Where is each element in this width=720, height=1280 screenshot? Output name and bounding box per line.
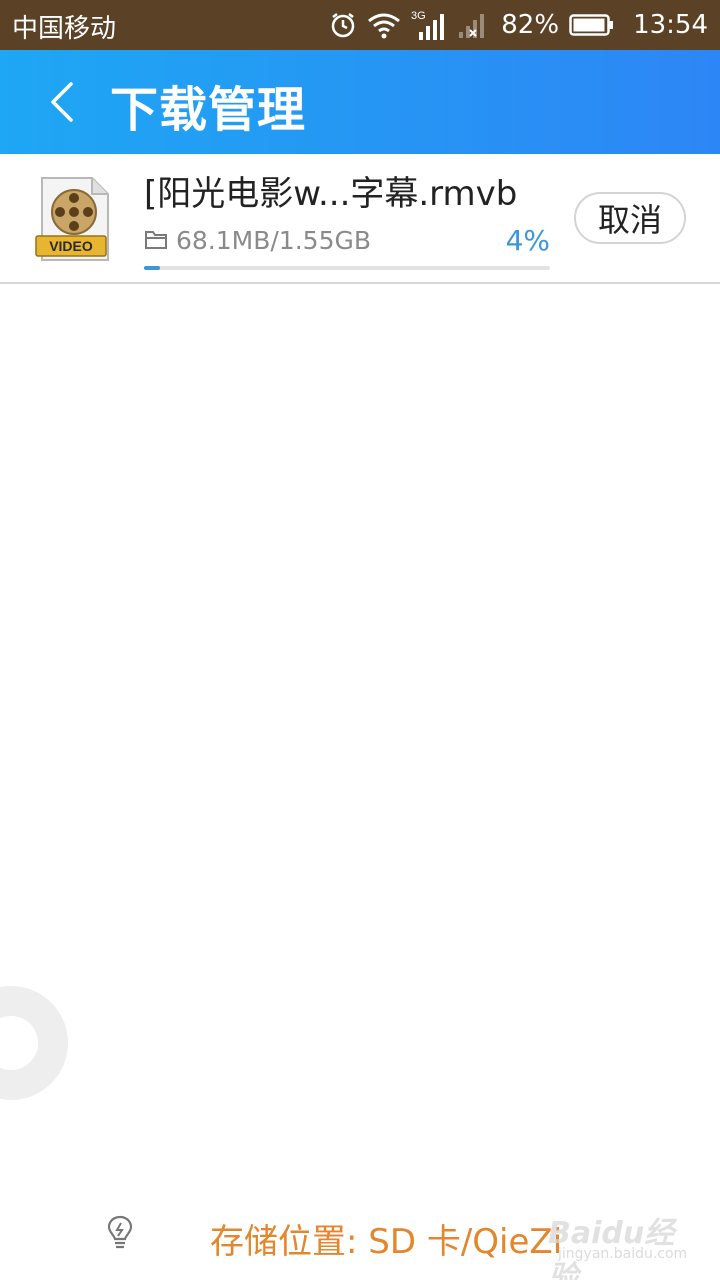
progress-bar-fill	[144, 266, 161, 270]
file-size-progress: 68.1MB/1.55GB	[176, 226, 371, 255]
svg-text:VIDEO: VIDEO	[49, 238, 93, 254]
svg-text:3G: 3G	[411, 10, 426, 22]
chevron-left-icon	[51, 82, 73, 122]
battery-percent: 82%	[501, 10, 560, 40]
status-bar: 中国移动 3G 82% 13:54	[0, 0, 720, 50]
floating-assist-button[interactable]	[0, 986, 68, 1100]
battery-icon	[569, 14, 614, 36]
watermark-brand: Baidu经验	[548, 1216, 675, 1280]
watermark-url: jingyan.baidu.com	[558, 1246, 688, 1262]
folder-icon	[145, 231, 167, 249]
footer: 存储位置: SD 卡/QieZi Baidu经验 jingyan.baidu.c…	[0, 1200, 720, 1280]
download-item[interactable]: VIDEO [阳光电影w...字幕.rmvb 68.1MB/1.55GB 4% …	[0, 154, 720, 284]
lightbulb-icon	[107, 1215, 133, 1249]
floating-assist-inner	[0, 1016, 38, 1070]
alarm-icon	[332, 13, 355, 38]
storage-location[interactable]: 存储位置: SD 卡/QieZi	[210, 1214, 562, 1263]
carrier-label: 中国移动	[12, 14, 117, 44]
clock: 13:54	[633, 10, 708, 40]
status-icons: 3G 82% 13:54	[329, 0, 708, 50]
screen: 中国移动 3G 82% 13:54 下载管理 VIDEO [阳光电影w...字幕…	[0, 0, 720, 1280]
progress-percent: 4%	[505, 224, 550, 257]
signal-no-sim-icon	[459, 14, 485, 38]
wifi-icon	[368, 13, 401, 39]
back-button[interactable]	[32, 72, 92, 132]
cancel-button[interactable]: 取消	[574, 192, 686, 244]
file-name: [阳光电影w...字幕.rmvb	[144, 174, 518, 214]
video-file-icon: VIDEO	[35, 177, 109, 261]
watermark: Baidu经验 jingyan.baidu.com	[548, 1208, 698, 1280]
page-title: 下载管理	[110, 82, 307, 138]
progress-bar	[144, 266, 550, 270]
app-header: 下载管理	[0, 50, 720, 154]
signal-3g-icon: 3G	[411, 10, 445, 40]
